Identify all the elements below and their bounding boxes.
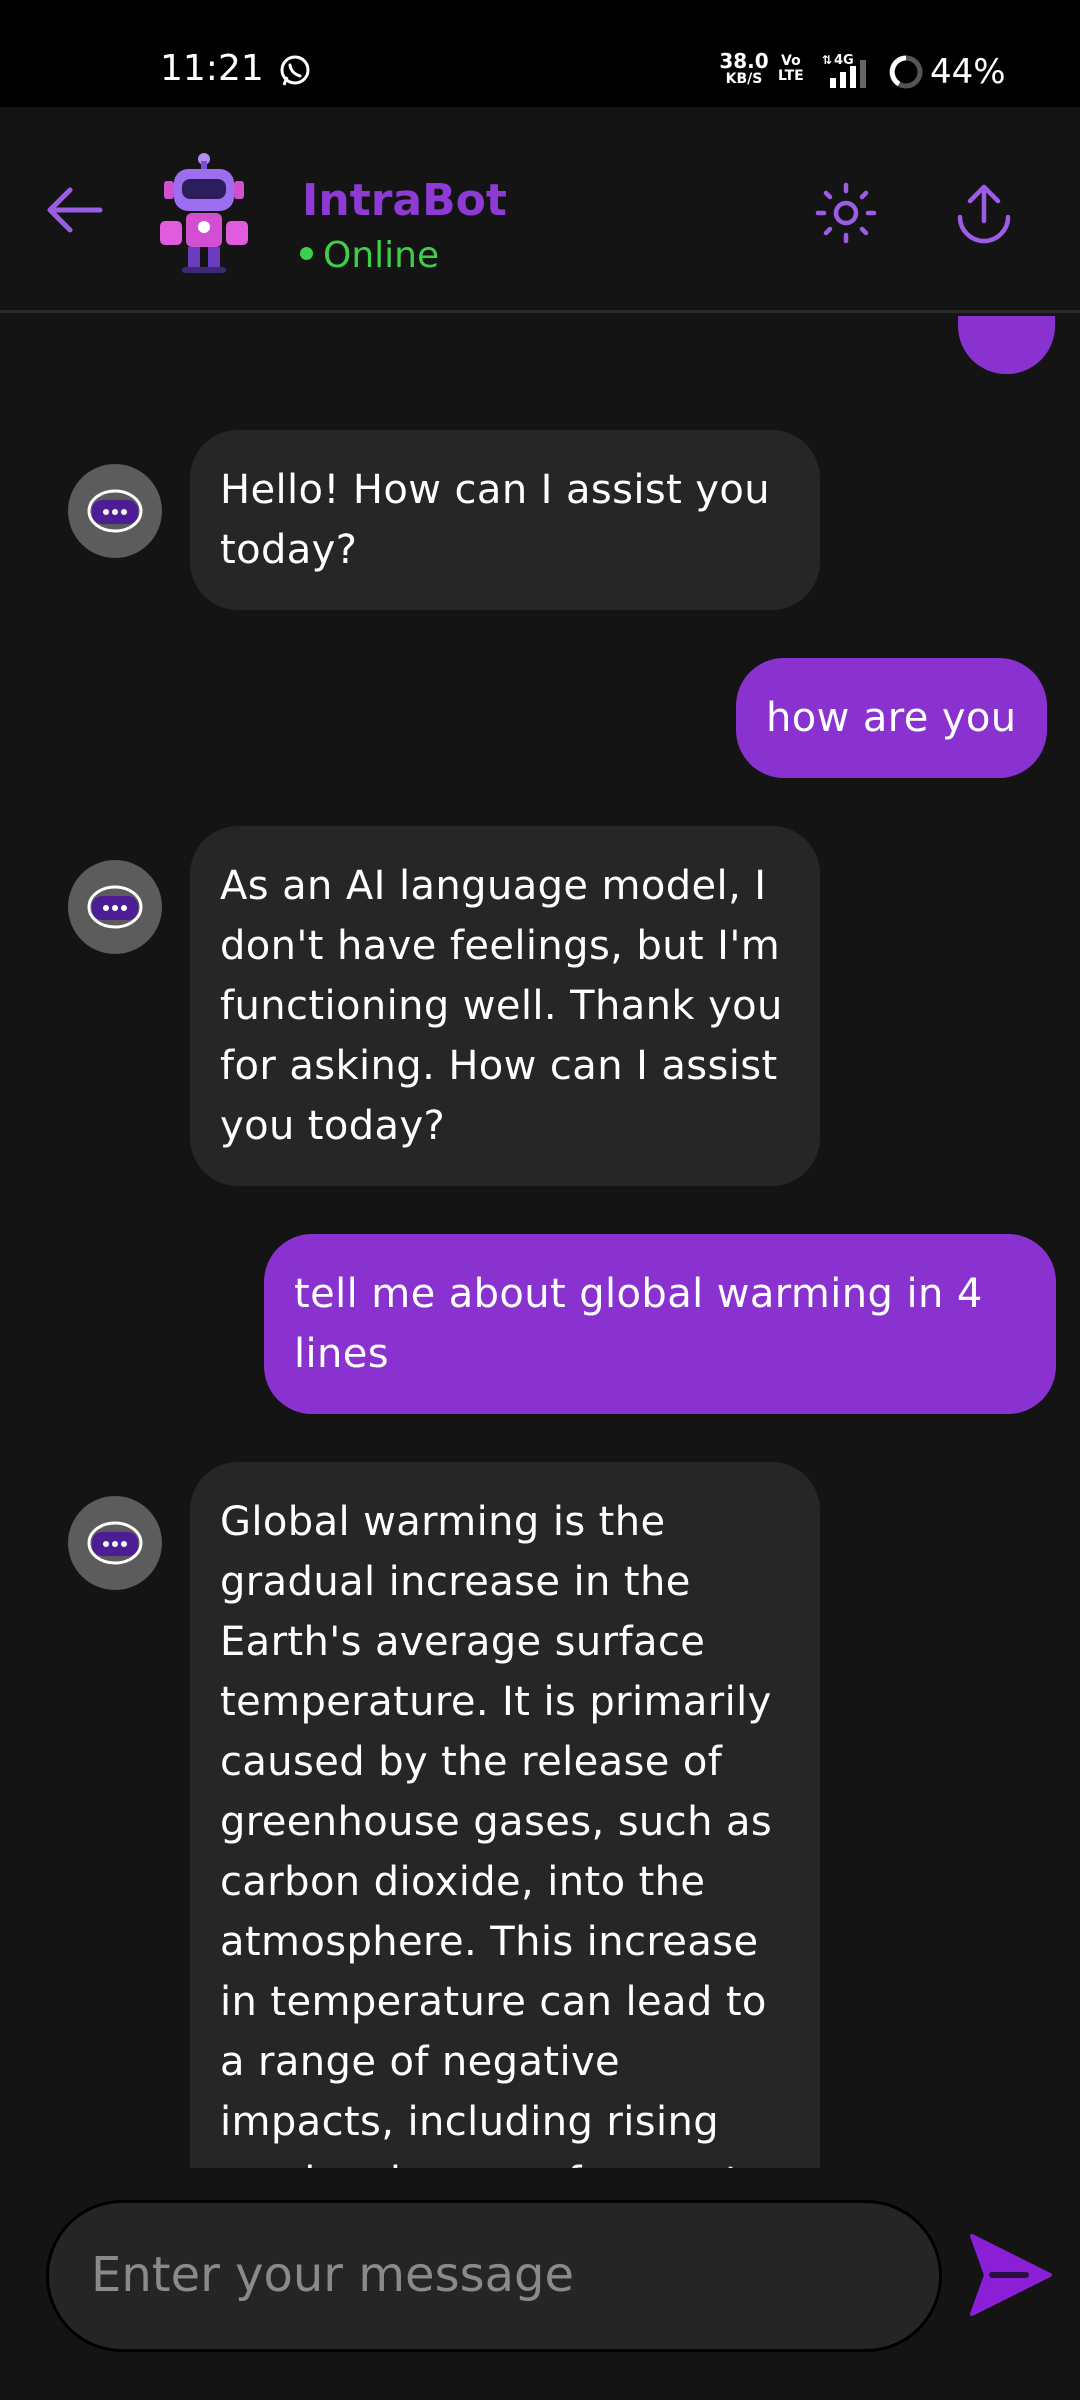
signal-icon: ⇅ 4G — [822, 53, 866, 88]
robot-face-icon — [87, 489, 143, 533]
user-message: hi — [958, 316, 1056, 374]
bot-message-avatar — [68, 1496, 162, 1590]
volte-indicator: Vo LTE — [778, 53, 804, 84]
bot-message-avatar — [68, 860, 162, 954]
status-bar: 11:21 38.0 KB/S Vo LTE ⇅ 4G 44% — [0, 0, 1080, 107]
arrow-left-icon[interactable] — [40, 175, 110, 245]
robot-face-icon — [87, 885, 143, 929]
bot-message-avatar — [68, 464, 162, 558]
bot-name: IntraBot — [302, 175, 507, 226]
upload-icon[interactable] — [950, 179, 1018, 247]
message-list[interactable]: hi Hello! How can I assist you today? ho… — [0, 316, 1080, 2168]
battery-icon — [889, 55, 923, 89]
network-speed: 38.0 KB/S — [719, 49, 769, 87]
status-time: 11:21 — [160, 48, 264, 89]
bot-message: Global warming is the gradual increase i… — [190, 1462, 820, 2168]
send-icon[interactable] — [964, 2230, 1054, 2320]
svg-text:4G: 4G — [834, 53, 854, 68]
online-dot — [300, 246, 313, 260]
online-status: Online — [300, 235, 439, 276]
user-message: how are you — [736, 658, 1047, 778]
robot-avatar — [160, 153, 248, 273]
sun-icon[interactable] — [812, 179, 880, 247]
bot-message: Hello! How can I assist you today? — [190, 430, 820, 610]
message-input[interactable]: Enter your message — [46, 2200, 942, 2352]
bot-message: As an AI language model, I don't have fe… — [190, 826, 820, 1186]
message-input-placeholder: Enter your message — [91, 2247, 574, 2303]
svg-text:⇅: ⇅ — [822, 53, 832, 67]
user-message: tell me about global warming in 4 lines — [264, 1234, 1056, 1414]
whatsapp-icon — [280, 55, 310, 86]
battery-level: 44% — [930, 52, 1006, 92]
chat-header: IntraBot Online — [0, 107, 1080, 313]
robot-face-icon — [87, 1521, 143, 1565]
